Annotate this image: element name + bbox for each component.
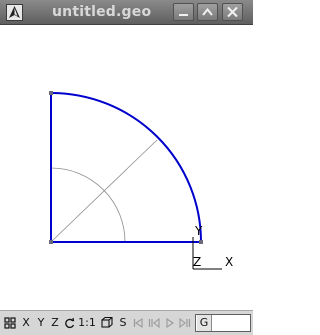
diagonal-construction-line bbox=[50, 139, 158, 243]
quarter-circle-curve[interactable] bbox=[50, 92, 202, 243]
axis-z-label: Z bbox=[193, 255, 201, 269]
z-view-button[interactable]: Z bbox=[49, 315, 61, 331]
maximize-icon bbox=[202, 7, 213, 16]
close-button[interactable] bbox=[222, 3, 243, 21]
next-frame-icon bbox=[179, 317, 191, 329]
bottom-toolbar: X Y Z 1:1 S G bbox=[0, 310, 253, 335]
previous-frame-button[interactable] bbox=[147, 315, 161, 331]
next-frame-button[interactable] bbox=[178, 315, 192, 331]
tiles-button[interactable] bbox=[3, 315, 17, 331]
rotate-button[interactable] bbox=[63, 315, 76, 331]
first-frame-icon bbox=[133, 317, 143, 329]
play-icon bbox=[166, 317, 174, 329]
first-frame-button[interactable] bbox=[132, 315, 144, 331]
tiles-icon bbox=[4, 317, 16, 329]
play-button[interactable] bbox=[164, 315, 176, 331]
graphics-viewport[interactable]: Y Z X bbox=[0, 25, 253, 310]
s-button[interactable]: S bbox=[117, 315, 129, 331]
axis-y-label: Y bbox=[194, 224, 203, 238]
ortho-cube-icon bbox=[101, 316, 113, 328]
x-view-button[interactable]: X bbox=[20, 315, 32, 331]
geometry-point-right[interactable] bbox=[199, 240, 203, 244]
close-icon bbox=[227, 6, 238, 18]
y-view-button[interactable]: Y bbox=[35, 315, 47, 331]
window-title: untitled.geo bbox=[52, 4, 152, 20]
minimize-icon bbox=[179, 14, 188, 16]
rotate-icon bbox=[65, 317, 75, 329]
geometry-point-origin[interactable] bbox=[49, 240, 53, 244]
maximize-button[interactable] bbox=[197, 3, 218, 21]
title-bar[interactable]: untitled.geo bbox=[0, 0, 253, 25]
gmsh-app-icon[interactable] bbox=[6, 4, 23, 21]
scale-one-button[interactable]: 1:1 bbox=[77, 315, 97, 331]
status-label: G bbox=[197, 315, 212, 331]
status-message-field[interactable]: G bbox=[195, 314, 251, 332]
ortho-button[interactable] bbox=[100, 315, 114, 331]
gmsh-window: untitled.geo Y Z X X Y Z 1:1 S G bbox=[0, 0, 253, 335]
axes-glyph: Y Z X bbox=[192, 224, 233, 270]
axis-x-label: X bbox=[225, 255, 233, 269]
previous-frame-icon bbox=[148, 317, 160, 329]
minimize-button[interactable] bbox=[173, 3, 194, 21]
geometry-point-top[interactable] bbox=[49, 91, 53, 95]
